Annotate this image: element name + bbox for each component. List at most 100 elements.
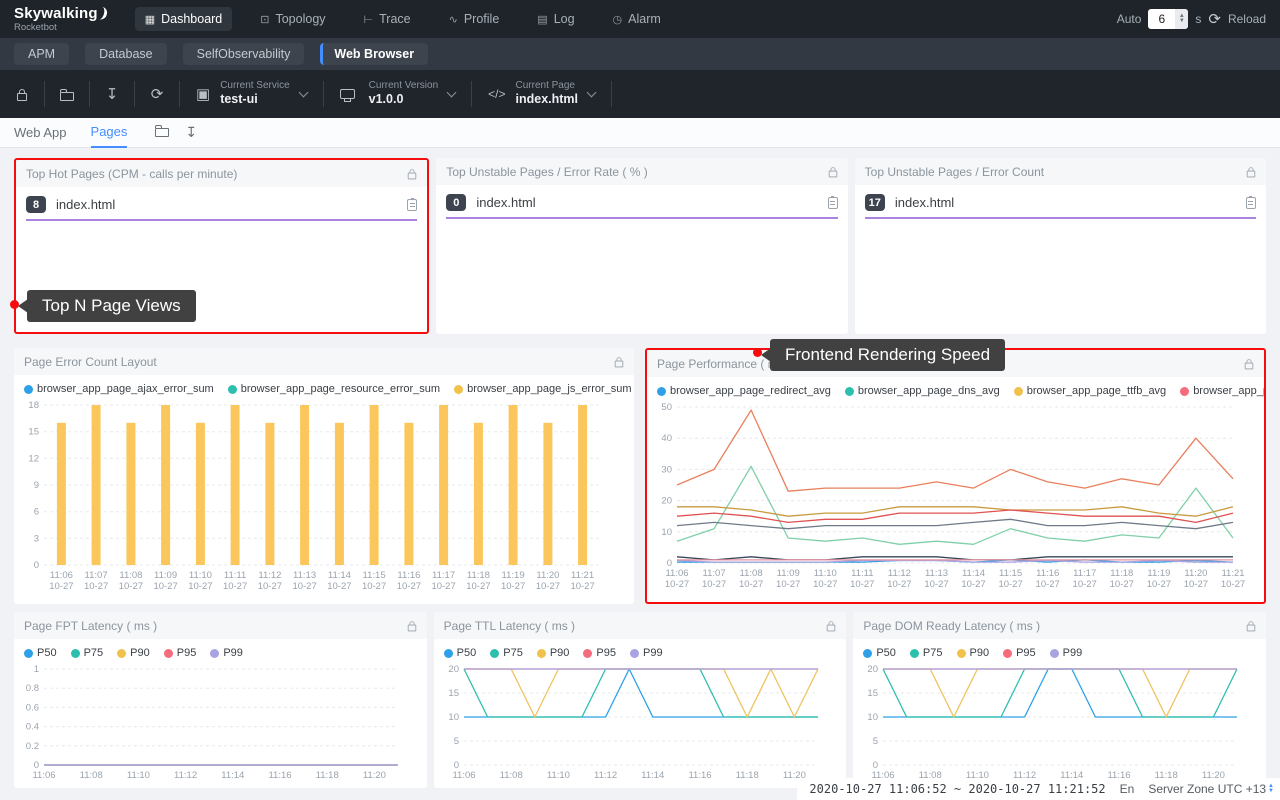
legend-item[interactable]: browser_app_page_ajax_error_sum xyxy=(24,383,214,395)
auto-label: Auto xyxy=(1117,12,1142,26)
svg-text:6: 6 xyxy=(34,507,39,518)
line-chart-dom-ready-latency[interactable]: 0510152011:0611:0811:1011:1211:1411:1611… xyxy=(853,661,1266,788)
selector-label: Current Version xyxy=(369,80,438,93)
app-logo: Skywalking Rocketbot xyxy=(14,6,107,33)
lock-icon[interactable] xyxy=(1247,625,1256,632)
svg-text:5: 5 xyxy=(453,736,458,747)
current-page-selector[interactable]: </> Current Page index.html xyxy=(472,80,611,108)
legend-item[interactable]: browser_app_page_ttfb_avg xyxy=(1014,385,1166,397)
line-chart-fpt-latency[interactable]: 00.20.40.60.8111:0611:0811:1011:1211:141… xyxy=(14,661,427,788)
svg-text:11:0610-27: 11:0610-27 xyxy=(49,570,73,592)
selector-value: v1.0.0 xyxy=(369,92,438,108)
reload-icon[interactable]: ⟳ xyxy=(1208,10,1221,28)
lock-icon[interactable] xyxy=(615,361,624,368)
tab-database[interactable]: Database xyxy=(85,43,167,65)
lock-icon[interactable] xyxy=(407,625,416,632)
folder-icon[interactable] xyxy=(45,88,89,101)
svg-text:11:1310-27: 11:1310-27 xyxy=(292,570,316,592)
legend-item[interactable]: P95 xyxy=(1003,647,1036,659)
auto-interval-input[interactable]: 6 ▲▼ xyxy=(1148,9,1188,29)
legend-item[interactable]: browser_app_page_dns_avg xyxy=(845,385,1000,397)
svg-text:20: 20 xyxy=(448,664,459,675)
svg-text:15: 15 xyxy=(28,427,39,438)
log-icon: ▤ xyxy=(537,13,547,26)
legend-item[interactable]: P50 xyxy=(444,647,477,659)
time-range[interactable]: 2020-10-27 11:06:52 ~ 2020-10-27 11:21:5… xyxy=(809,782,1105,796)
svg-text:50: 50 xyxy=(661,402,672,413)
svg-text:11:2110-27: 11:2110-27 xyxy=(1221,568,1245,590)
current-version-selector[interactable]: Current Version v1.0.0 xyxy=(324,80,471,108)
lock-icon[interactable] xyxy=(828,171,837,178)
download-icon[interactable]: ↧ xyxy=(90,85,134,103)
lock-icon[interactable] xyxy=(0,88,44,101)
legend-item[interactable]: P90 xyxy=(957,647,990,659)
line-chart-page-performance[interactable]: 0102030405011:0610-2711:0710-2711:0810-2… xyxy=(647,399,1264,602)
legend-item[interactable]: browser_app_page_resource_error_sum xyxy=(228,383,440,395)
legend-item[interactable]: P99 xyxy=(630,647,663,659)
legend-item[interactable]: browser_app_page_js_error_sum xyxy=(454,383,631,395)
tab-web-browser[interactable]: Web Browser xyxy=(320,43,428,65)
legend-item[interactable]: P75 xyxy=(490,647,523,659)
clipboard-icon[interactable] xyxy=(1246,197,1256,209)
legend-item[interactable]: P90 xyxy=(537,647,570,659)
svg-text:40: 40 xyxy=(661,433,672,444)
zone-stepper[interactable]: ▲▼ xyxy=(1268,784,1274,794)
lock-icon[interactable] xyxy=(1247,171,1256,178)
legend-item[interactable]: browser_app_page_redirect_avg xyxy=(657,385,831,397)
svg-text:18: 18 xyxy=(28,400,39,411)
series-dot xyxy=(164,649,173,658)
lock-icon[interactable] xyxy=(827,625,836,632)
line-chart-ttl-latency[interactable]: 0510152011:0611:0811:1011:1211:1411:1611… xyxy=(434,661,847,788)
series-dot xyxy=(845,387,854,396)
download-icon[interactable]: ↧ xyxy=(185,124,197,141)
nav-item-profile[interactable]: ∿Profile xyxy=(439,7,510,31)
page-tabs: Web App Pages ↧ xyxy=(0,118,1280,148)
svg-text:10: 10 xyxy=(448,712,459,723)
nav-item-dashboard[interactable]: ▦Dashboard xyxy=(135,7,233,31)
svg-text:1: 1 xyxy=(34,664,39,675)
legend-item[interactable]: P50 xyxy=(863,647,896,659)
nav-item-alarm[interactable]: ◷Alarm xyxy=(603,7,671,31)
card-title: Page TTL Latency ( ms ) xyxy=(444,619,575,633)
series-dot xyxy=(863,649,872,658)
clipboard-icon[interactable] xyxy=(828,197,838,209)
tab-selfobservability[interactable]: SelfObservability xyxy=(183,43,305,65)
folder-icon[interactable] xyxy=(155,124,169,142)
chart-legend: P50 P75 P90 P95 P99 xyxy=(434,639,847,661)
svg-text:11:1810-27: 11:1810-27 xyxy=(466,570,490,592)
language-toggle[interactable]: En xyxy=(1120,782,1135,796)
legend-item[interactable]: browser_app_page_tcp_avg xyxy=(1180,385,1266,397)
profile-icon: ∿ xyxy=(449,13,458,26)
card-title: Top Hot Pages (CPM - calls per minute) xyxy=(26,167,237,181)
clipboard-icon[interactable] xyxy=(407,199,417,211)
trace-icon: ⊢ xyxy=(364,13,374,26)
tab-web-app[interactable]: Web App xyxy=(14,118,67,148)
legend-item[interactable]: P90 xyxy=(117,647,150,659)
legend-item[interactable]: P50 xyxy=(24,647,57,659)
legend-item[interactable]: P75 xyxy=(910,647,943,659)
current-service-selector[interactable]: ▣ Current Service test-ui xyxy=(180,80,323,108)
legend-item[interactable]: P75 xyxy=(71,647,104,659)
dashboard-group-tabs: APM Database SelfObservability Web Brows… xyxy=(0,38,1280,70)
nav-item-topology[interactable]: ⊡Topology xyxy=(250,7,335,31)
lock-icon[interactable] xyxy=(1245,363,1254,370)
interval-stepper[interactable]: ▲▼ xyxy=(1175,9,1188,29)
dashboard-toolbar: ↧ ⟳ ▣ Current Service test-ui Current Ve… xyxy=(0,70,1280,118)
lock-icon[interactable] xyxy=(408,173,417,180)
tab-apm[interactable]: APM xyxy=(14,43,69,65)
svg-text:11:12: 11:12 xyxy=(594,770,617,781)
nav-item-log[interactable]: ▤Log xyxy=(527,7,584,31)
refresh-icon[interactable]: ⟳ xyxy=(135,85,179,103)
legend-item[interactable]: P99 xyxy=(210,647,243,659)
legend-item[interactable]: P99 xyxy=(1050,647,1083,659)
bar-chart-page-error-count[interactable]: 036912151811:0610-2711:0710-2711:0810-27… xyxy=(14,397,634,604)
nav-item-trace[interactable]: ⊢Trace xyxy=(354,7,421,31)
svg-text:11:16: 11:16 xyxy=(688,770,711,781)
svg-text:11:14: 11:14 xyxy=(221,770,244,781)
reload-label[interactable]: Reload xyxy=(1228,12,1266,26)
svg-text:10: 10 xyxy=(868,712,879,723)
card-title: Top Unstable Pages / Error Rate ( % ) xyxy=(446,165,647,179)
legend-item[interactable]: P95 xyxy=(583,647,616,659)
legend-item[interactable]: P95 xyxy=(164,647,197,659)
tab-pages[interactable]: Pages xyxy=(91,118,128,148)
